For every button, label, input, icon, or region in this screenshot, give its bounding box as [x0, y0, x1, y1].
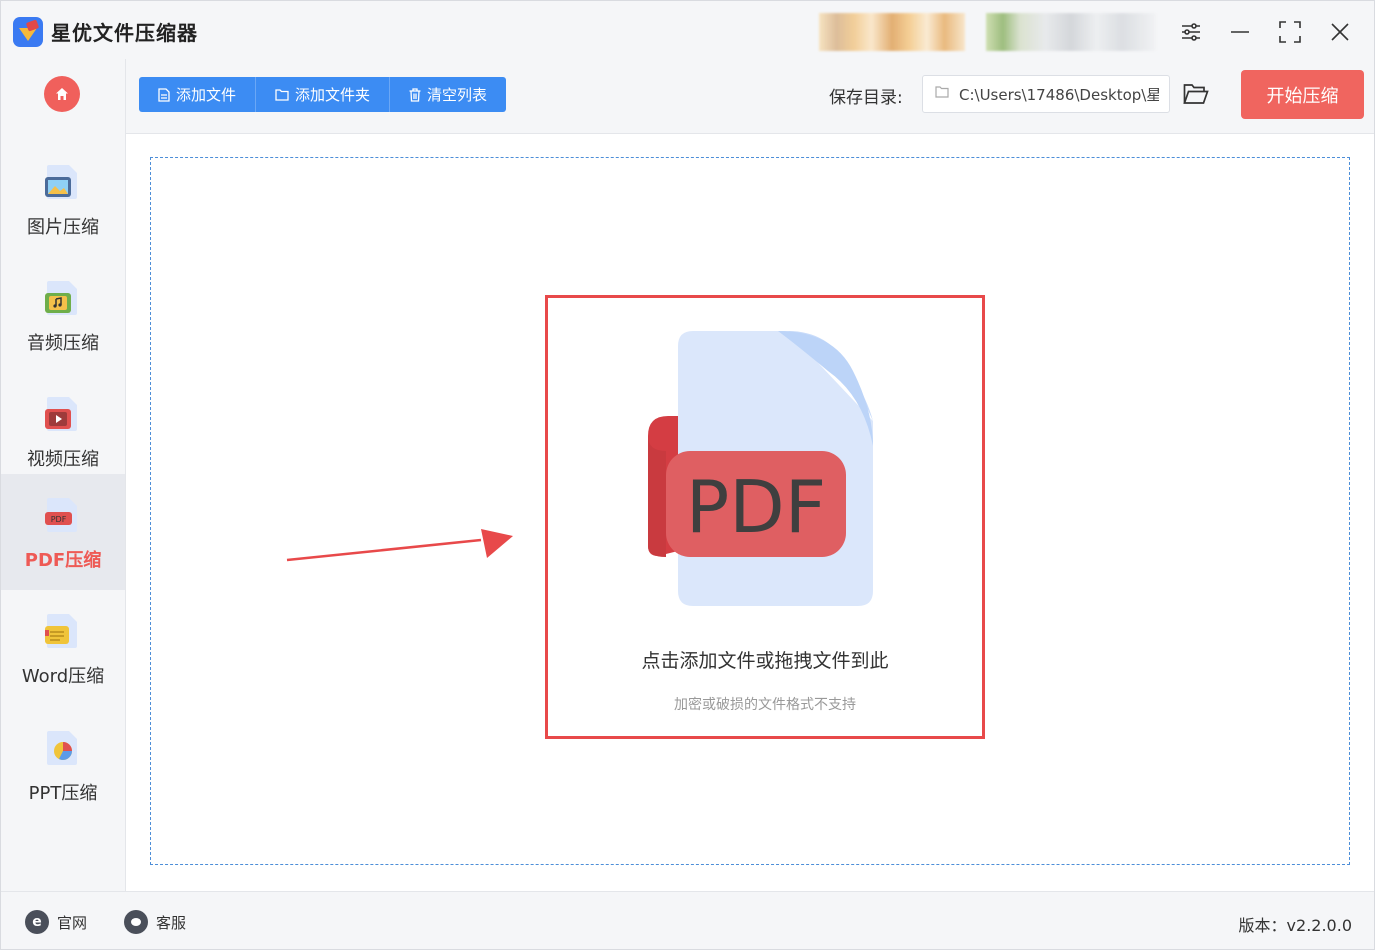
sidebar-item-pdf[interactable]: PDF PDF压缩: [1, 474, 125, 590]
sidebar-item-audio[interactable]: 音频压缩: [1, 257, 125, 373]
maximize-icon[interactable]: [1273, 15, 1307, 49]
folder-outline-icon: [935, 86, 949, 98]
sidebar-item-word[interactable]: Word压缩: [1, 590, 125, 706]
file-button-group: 添加文件 添加文件夹 清空列表: [139, 77, 507, 112]
sidebar-item-label: Word压缩: [21, 666, 105, 687]
home-button[interactable]: [44, 76, 80, 112]
blurred-user-info: [986, 13, 1156, 51]
website-label: 官网: [57, 913, 88, 932]
sidebar-item-label: 音频压缩: [27, 333, 99, 354]
add-file-button[interactable]: 添加文件: [139, 77, 257, 112]
clear-list-label: 清空列表: [427, 86, 488, 104]
word-icon: [45, 614, 77, 648]
file-drop-zone[interactable]: PDF 点击添加文件或拖拽文件到此 加密或破损的文件格式不支持: [150, 157, 1350, 865]
pdf-file-icon: PDF: [648, 331, 873, 606]
image-icon: [45, 165, 77, 199]
add-folder-label: 添加文件夹: [295, 86, 371, 104]
highlight-box-annotation: PDF 点击添加文件或拖拽文件到此 加密或破损的文件格式不支持: [545, 295, 985, 739]
browser-e-icon: e: [25, 910, 49, 934]
open-folder-icon: [1183, 84, 1209, 104]
sidebar-item-label: PPT压缩: [28, 783, 98, 804]
folder-icon: [275, 88, 289, 101]
save-path-input[interactable]: [959, 76, 1159, 112]
svg-text:PDF: PDF: [51, 515, 67, 524]
app-window: 星优文件压缩器 图片压缩 音频压缩 视频压缩 PDF PDF压缩 Word压缩 …: [0, 0, 1375, 950]
blurred-account-info: [819, 13, 965, 51]
sidebar-item-video[interactable]: 视频压缩: [1, 373, 125, 489]
website-link[interactable]: e 官网: [25, 910, 87, 934]
trash-icon: [409, 87, 421, 102]
file-icon: [158, 87, 170, 102]
sidebar-item-label: PDF压缩: [24, 550, 102, 571]
chat-bubble-icon: [124, 910, 148, 934]
settings-sliders-icon[interactable]: [1174, 15, 1208, 49]
start-compress-button[interactable]: 开始压缩: [1241, 70, 1364, 119]
add-folder-button[interactable]: 添加文件夹: [256, 77, 391, 112]
pdf-icon: PDF: [45, 498, 77, 532]
sidebar: 图片压缩 音频压缩 视频压缩 PDF PDF压缩 Word压缩 PPT压缩: [1, 59, 126, 891]
sidebar-item-ppt[interactable]: PPT压缩: [1, 707, 125, 823]
save-path-field[interactable]: [922, 75, 1170, 113]
close-icon[interactable]: [1323, 15, 1357, 49]
main-content: PDF 点击添加文件或拖拽文件到此 加密或破损的文件格式不支持: [126, 134, 1374, 891]
clear-list-button[interactable]: 清空列表: [390, 77, 507, 112]
sidebar-item-image[interactable]: 图片压缩: [1, 141, 125, 257]
audio-icon: [45, 281, 77, 315]
sidebar-item-label: 视频压缩: [27, 449, 99, 470]
save-directory-label: 保存目录:: [829, 88, 903, 108]
pointer-arrow-annotation: [286, 529, 513, 562]
browse-folder-button[interactable]: [1183, 83, 1209, 109]
drop-zone-title: 点击添加文件或拖拽文件到此: [641, 650, 889, 672]
title-bar: 星优文件压缩器: [1, 1, 1374, 59]
app-logo-icon: [13, 17, 43, 47]
sidebar-item-label: 图片压缩: [27, 217, 99, 238]
minimize-icon[interactable]: [1223, 15, 1257, 49]
drop-zone-hint: 加密或破损的文件格式不支持: [674, 697, 856, 713]
app-title: 星优文件压缩器: [51, 21, 198, 45]
toolbar: 添加文件 添加文件夹 清空列表 保存目录: 开始压缩: [126, 59, 1374, 134]
version-text: 版本：v2.2.0.0: [1238, 916, 1352, 935]
add-file-label: 添加文件: [176, 86, 237, 104]
pdf-icon-text: PDF: [686, 465, 826, 549]
home-icon: [56, 88, 68, 100]
ppt-icon: [47, 731, 77, 765]
support-link[interactable]: 客服: [124, 910, 186, 934]
video-icon: [45, 397, 77, 431]
support-label: 客服: [156, 913, 187, 932]
footer: e 官网 客服 版本：v2.2.0.0: [1, 891, 1374, 949]
